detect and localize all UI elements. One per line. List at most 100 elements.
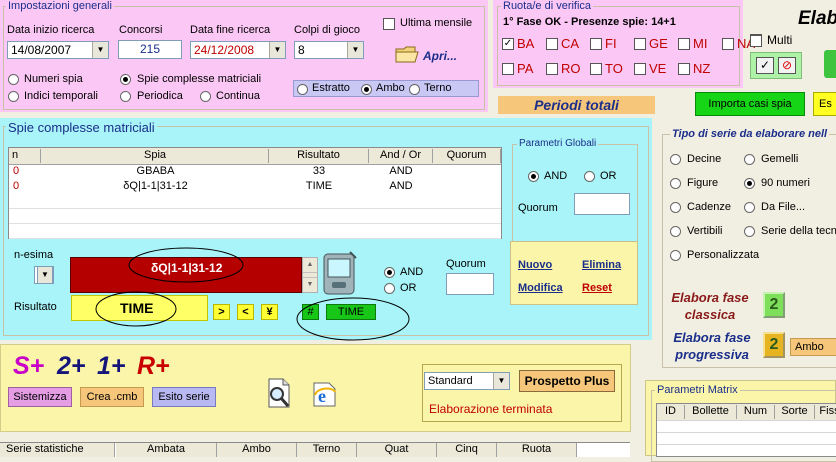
spie-col-header: n <box>9 149 41 163</box>
radio-indici-label: Indici temporali <box>24 90 98 102</box>
spie-title: Spie complesse matriciali <box>6 120 157 135</box>
wheel-checkbox-nz[interactable] <box>678 63 690 75</box>
global-quorum-label: Quorum <box>518 202 558 214</box>
spie-table[interactable]: n Spia Risultato And / Or Quorum 0 GBABA 33 AND… <box>8 147 502 239</box>
reset-link[interactable]: Reset <box>582 282 612 294</box>
table-cell: δQ|1-1|31-12 <box>123 180 188 192</box>
cancel-icon[interactable]: ⊘ <box>778 57 796 74</box>
radio-tipo-cadenze[interactable] <box>670 202 681 213</box>
radio-and[interactable] <box>384 267 395 278</box>
importa-casi-spia-button[interactable]: Importa casi spia <box>695 92 805 116</box>
table-cell <box>433 180 501 194</box>
s-plus-title: S+ <box>13 352 45 380</box>
standard-select[interactable]: Standard ▼ <box>424 372 510 390</box>
check-icon[interactable]: ✓ <box>756 57 774 74</box>
elabora-progressiva-button[interactable]: 2 <box>763 332 785 358</box>
radio-spie-complesse-label: Spie complesse matriciali <box>137 73 262 85</box>
parametri-globali-title: Parametri Globali <box>517 138 599 149</box>
expression-scrollbar[interactable]: ▲ ▼ <box>302 257 318 293</box>
colpi-select[interactable]: 8 ▼ <box>294 41 364 59</box>
wheel-checkbox-na[interactable] <box>722 38 734 50</box>
data-fine-select[interactable]: 24/12/2008 ▼ <box>190 41 286 59</box>
multi-checkbox[interactable] <box>750 35 762 47</box>
elab-title: Elab <box>798 8 836 29</box>
chevron-down-icon: ▼ <box>493 373 509 389</box>
esito-serie-button[interactable]: Esito serie <box>152 387 216 407</box>
wheel-checkbox-ca[interactable] <box>546 38 558 50</box>
radio-or[interactable] <box>384 283 395 294</box>
data-inizio-select[interactable]: 14/08/2007 ▼ <box>7 41 109 59</box>
wheels-row-2: PA RO TO VE NZ <box>502 61 742 77</box>
matrix-col-header: Fiss <box>815 405 836 419</box>
sistemizza-button[interactable]: Sistemizza <box>8 387 72 407</box>
radio-numeri-spia[interactable] <box>8 74 19 85</box>
chevron-down-icon: ▼ <box>269 42 285 58</box>
prospetto-plus-button[interactable]: Prospetto Plus <box>519 370 615 392</box>
radio-indici[interactable] <box>8 91 19 102</box>
ruota-panel: Ruota/e di verifica 1° Fase OK - Presenz… <box>493 0 762 88</box>
multi-buttons: ✓ ⊘ <box>750 52 802 79</box>
concorsi-field[interactable]: 215 <box>118 40 182 59</box>
stats-col-header: Ruota <box>497 443 577 457</box>
table-cell: 0 <box>13 180 20 192</box>
radio-tipo-serie-della-tecni[interactable] <box>744 226 755 237</box>
elimina-link[interactable]: Elimina <box>582 259 621 271</box>
radio-global-and[interactable] <box>528 171 539 182</box>
wheel-checkbox-to[interactable] <box>590 63 602 75</box>
wheel-checkbox-pa[interactable] <box>502 63 514 75</box>
radio-tipo-label: Serie della tecni <box>761 225 836 237</box>
radio-estratto[interactable] <box>297 84 308 95</box>
table-row[interactable]: 0 δQ|1-1|31-12 TIME AND <box>9 179 501 194</box>
wheel-checkbox-fi[interactable] <box>590 38 602 50</box>
multi-label: Multi <box>767 33 793 47</box>
matrix-col-header: ID <box>657 405 685 419</box>
op-yen-button[interactable]: ¥ <box>261 304 278 320</box>
wheel-checkbox-ba[interactable]: ✓ <box>502 38 514 50</box>
radio-ambo[interactable] <box>361 84 372 95</box>
radio-tipo-gemelli[interactable] <box>744 154 755 165</box>
n-esima-arrow[interactable]: ▼ <box>37 266 53 284</box>
table-row[interactable]: 0 GBABA 33 AND <box>9 164 501 179</box>
matrix-table[interactable]: IDBolletteNumSorteFiss <box>656 403 836 457</box>
modifica-link[interactable]: Modifica <box>518 282 563 294</box>
ellipse-annotation <box>128 247 244 283</box>
matrix-col-header: Bollette <box>685 405 737 419</box>
stats-col-header: Ambata <box>116 443 217 457</box>
wheel-checkbox-ve[interactable] <box>634 63 646 75</box>
radio-periodica-label: Periodica <box>137 90 183 102</box>
radio-tipo-decine[interactable] <box>670 154 681 165</box>
op-gt-button[interactable]: > <box>213 304 230 320</box>
wheel-label-to: TO <box>605 61 623 76</box>
quorum-input[interactable] <box>446 273 494 295</box>
radio-tipo-da-file-[interactable] <box>744 202 755 213</box>
elabora-classica-button[interactable]: 2 <box>763 292 785 318</box>
impostazioni-title: Impostazioni generali <box>6 0 114 12</box>
radio-tipo-vertibili[interactable] <box>670 226 681 237</box>
ultima-mensile-checkbox[interactable] <box>383 18 395 30</box>
radio-periodica[interactable] <box>120 91 131 102</box>
document-search-icon[interactable] <box>263 377 295 411</box>
wheel-checkbox-ro[interactable] <box>546 63 558 75</box>
wheel-checkbox-mi[interactable] <box>678 38 690 50</box>
radio-tipo-personalizzata[interactable] <box>670 250 681 261</box>
global-quorum-input[interactable] <box>574 193 630 215</box>
op-lt-button[interactable]: < <box>237 304 254 320</box>
internet-explorer-icon[interactable]: e <box>311 379 339 409</box>
radio-tipo-90-numeri[interactable] <box>744 178 755 189</box>
table-cell: GBABA <box>136 165 175 177</box>
radio-tipo-figure[interactable] <box>670 178 681 189</box>
es-button[interactable]: Es <box>813 92 836 116</box>
nuovo-link[interactable]: Nuovo <box>518 259 552 271</box>
radio-continua[interactable] <box>200 91 211 102</box>
data-inizio-label: Data inizio ricerca <box>7 24 95 36</box>
wheel-label-ge: GE <box>649 36 668 51</box>
elaborazione-status: Elaborazione terminata <box>429 402 553 416</box>
apri-button[interactable]: Apri... <box>395 40 479 70</box>
radio-spie-complesse[interactable] <box>120 74 131 85</box>
radio-terno[interactable] <box>409 84 420 95</box>
wheel-label-ba: BA <box>517 36 535 51</box>
ambo-field[interactable]: Ambo <box>790 338 836 356</box>
crea-cmb-button[interactable]: Crea .cmb <box>80 387 144 407</box>
wheel-checkbox-ge[interactable] <box>634 38 646 50</box>
radio-global-or[interactable] <box>584 171 595 182</box>
